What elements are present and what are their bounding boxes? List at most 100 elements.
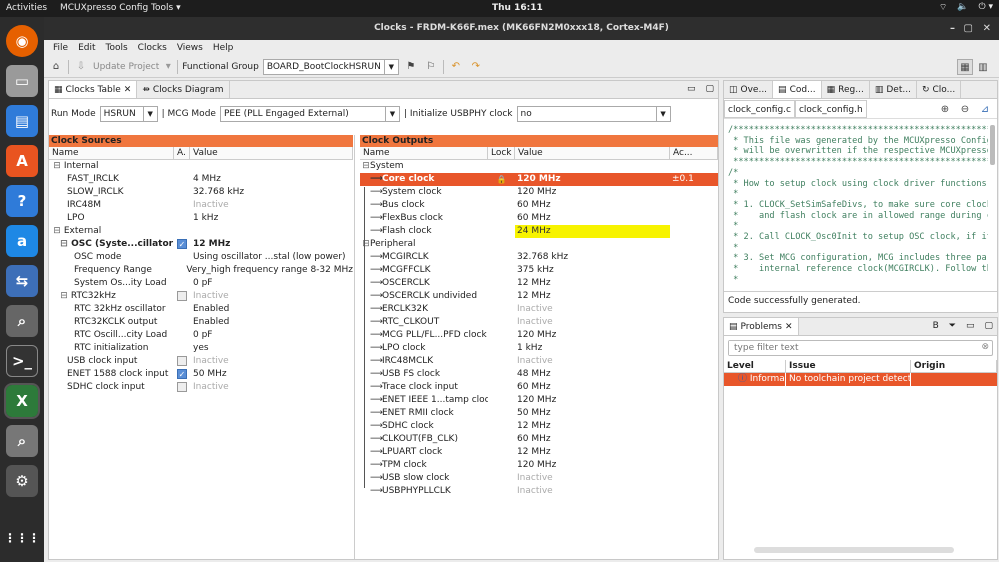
filter-icon[interactable]: ⏷: [949, 321, 956, 331]
chart-icon[interactable]: ⊿: [977, 101, 993, 117]
unchecked-checkbox[interactable]: [177, 290, 187, 301]
table-row[interactable]: ⟶ TPM clock 120 MHz: [360, 459, 718, 472]
system-tray[interactable]: ⌔ 🔈 ⏻ ▾: [939, 2, 993, 13]
flag-icon[interactable]: ⚑: [403, 59, 419, 75]
minimize-panel-icon[interactable]: ▭: [966, 321, 975, 331]
table-row[interactable]: RTC initialization yes: [49, 342, 353, 355]
group-row[interactable]: ⊟System: [360, 160, 718, 173]
checked-checkbox[interactable]: ✓: [177, 368, 187, 379]
problems-scrollbar[interactable]: [754, 547, 954, 553]
chevron-down-icon[interactable]: ▼: [655, 107, 670, 121]
activities-button[interactable]: Activities: [6, 3, 47, 13]
tab-clocks-table[interactable]: ▦ Clocks Table ✕: [49, 81, 138, 98]
table-row[interactable]: OSC mode Using oscillator ...stal (low po…: [49, 251, 353, 264]
search-tool-icon[interactable]: ⌕: [6, 305, 38, 337]
close-icon[interactable]: ✕: [785, 322, 793, 332]
table-row[interactable]: ENET 1588 clock input ✓ 50 MHz: [49, 368, 353, 381]
firefox-icon[interactable]: ◉: [6, 25, 38, 57]
update-project-icon[interactable]: ⇩: [73, 59, 89, 75]
files-icon[interactable]: ▭: [6, 65, 38, 97]
show-apps-icon[interactable]: ⋮⋮⋮: [4, 522, 40, 554]
problems-filter-input[interactable]: [729, 341, 969, 355]
mcuxpresso-icon[interactable]: X: [4, 383, 40, 419]
lock-icon[interactable]: 🔒: [497, 175, 507, 184]
file-tab-clock-config-c[interactable]: clock_config.c: [724, 99, 795, 118]
tab-details[interactable]: ▥ Det...: [870, 81, 917, 98]
settings-icon[interactable]: ⚙: [6, 465, 38, 497]
tab-registers[interactable]: ▦ Reg...: [822, 81, 870, 98]
table-row[interactable]: ⟶ MCGIRCLK 32.768 kHz: [360, 251, 718, 264]
table-row[interactable]: ⟶ SDHC clock 12 MHz: [360, 420, 718, 433]
close-icon[interactable]: ✕: [124, 85, 132, 95]
help-icon[interactable]: ?: [6, 185, 38, 217]
collapse-icon[interactable]: ⊟: [362, 160, 370, 173]
column-issue[interactable]: Issue: [786, 360, 911, 372]
table-row[interactable]: RTC32KCLK output Enabled: [49, 316, 353, 329]
table-row[interactable]: RTC Oscill...city Load 0 pF: [49, 329, 353, 342]
column-lock[interactable]: Lock: [488, 147, 515, 159]
table-row[interactable]: ⟶ FlexBus clock 60 MHz: [360, 212, 718, 225]
table-row[interactable]: ⟶ Bus clock 60 MHz: [360, 199, 718, 212]
table-row[interactable]: ⟶ IRC48MCLK Inactive: [360, 355, 718, 368]
network-tool-icon[interactable]: ⇆: [6, 265, 38, 297]
table-row[interactable]: Frequency Range Very_high frequency range…: [49, 264, 353, 277]
table-row[interactable]: ⟶ System clock 120 MHz: [360, 186, 718, 199]
undo-icon[interactable]: ↶: [448, 59, 464, 75]
table-row[interactable]: SLOW_IRCLK 32.768 kHz: [49, 186, 353, 199]
table-row[interactable]: ⟶ OSCERCLK 12 MHz: [360, 277, 718, 290]
app-menu[interactable]: MCUXpresso Config Tools ▾: [60, 3, 181, 13]
column-name[interactable]: Name: [49, 147, 174, 159]
column-accuracy[interactable]: Ac...: [670, 147, 718, 159]
table-row[interactable]: ⟶ ERCLK32K Inactive: [360, 303, 718, 316]
minimize-icon[interactable]: –: [950, 17, 955, 40]
table-row[interactable]: RTC 32kHz oscillator Enabled: [49, 303, 353, 316]
magnifier-icon[interactable]: ⌕: [6, 425, 38, 457]
table-row[interactable]: FAST_IRCLK 4 MHz: [49, 173, 353, 186]
menu-clocks[interactable]: Clocks: [133, 43, 172, 53]
table-row[interactable]: ⓘ Informa No toolchain project detecte: [724, 373, 997, 386]
table-row[interactable]: ⊟ RTC32kHz Inactive: [49, 290, 353, 303]
bold-filter-icon[interactable]: B: [933, 321, 939, 331]
redo-icon[interactable]: ↷: [468, 59, 484, 75]
table-row[interactable]: ⊟ Internal: [49, 160, 353, 173]
group-row[interactable]: ⊟Peripheral: [360, 238, 718, 251]
run-mode-select[interactable]: HSRUN ▼: [99, 106, 158, 122]
network-icon[interactable]: ⌔: [939, 2, 947, 13]
close-icon[interactable]: ✕: [983, 17, 991, 40]
zoom-in-icon[interactable]: ⊕: [937, 101, 953, 117]
minimize-panel-icon[interactable]: ▭: [687, 84, 696, 94]
column-origin[interactable]: Origin: [911, 360, 997, 372]
amazon-icon[interactable]: a: [6, 225, 38, 257]
table-row[interactable]: ⟶ OSCERCLK undivided 12 MHz: [360, 290, 718, 303]
column-name[interactable]: Name: [360, 147, 488, 159]
file-tab-clock-config-h[interactable]: clock_config.h: [794, 99, 867, 118]
menu-help[interactable]: Help: [208, 43, 239, 53]
software-center-icon[interactable]: A: [6, 145, 38, 177]
functional-group-select[interactable]: BOARD_BootClockHSRUN ▼: [262, 58, 399, 75]
table-row[interactable]: ⟶ USB FS clock 48 MHz: [360, 368, 718, 381]
update-project-button[interactable]: Update Project: [93, 62, 159, 72]
clear-icon[interactable]: ⊗: [981, 342, 989, 352]
collapse-icon[interactable]: ⊟: [60, 290, 68, 303]
chevron-down-icon[interactable]: ▼: [384, 107, 399, 121]
tab-code-preview[interactable]: ▤ Cod...: [773, 81, 822, 98]
menu-views[interactable]: Views: [172, 43, 208, 53]
table-row[interactable]: ⟶ MCG PLL/FL...PFD clock 120 MHz: [360, 329, 718, 342]
perspective-alt-icon[interactable]: ▥: [975, 59, 991, 75]
table-row[interactable]: ⟶ Core clock 🔒 120 MHz ±0.1: [360, 173, 718, 186]
home-icon[interactable]: ⌂: [48, 59, 64, 75]
chevron-down-icon[interactable]: ▾: [163, 59, 173, 75]
column-value[interactable]: Value: [515, 147, 670, 159]
menu-edit[interactable]: Edit: [73, 43, 100, 53]
table-row[interactable]: ⊟ External: [49, 225, 353, 238]
code-editor[interactable]: /***************************************…: [728, 125, 988, 281]
collapse-icon[interactable]: ⊟: [60, 238, 68, 251]
table-row[interactable]: ⟶ LPO clock 1 kHz: [360, 342, 718, 355]
zoom-out-icon[interactable]: ⊖: [957, 101, 973, 117]
column-value[interactable]: Value: [190, 147, 353, 159]
menu-tools[interactable]: Tools: [101, 43, 133, 53]
system-clock[interactable]: Thu 16:11: [492, 3, 543, 13]
maximize-panel-icon[interactable]: ▢: [705, 84, 714, 94]
table-row[interactable]: SDHC clock input Inactive: [49, 381, 353, 394]
unchecked-checkbox[interactable]: [177, 355, 187, 366]
